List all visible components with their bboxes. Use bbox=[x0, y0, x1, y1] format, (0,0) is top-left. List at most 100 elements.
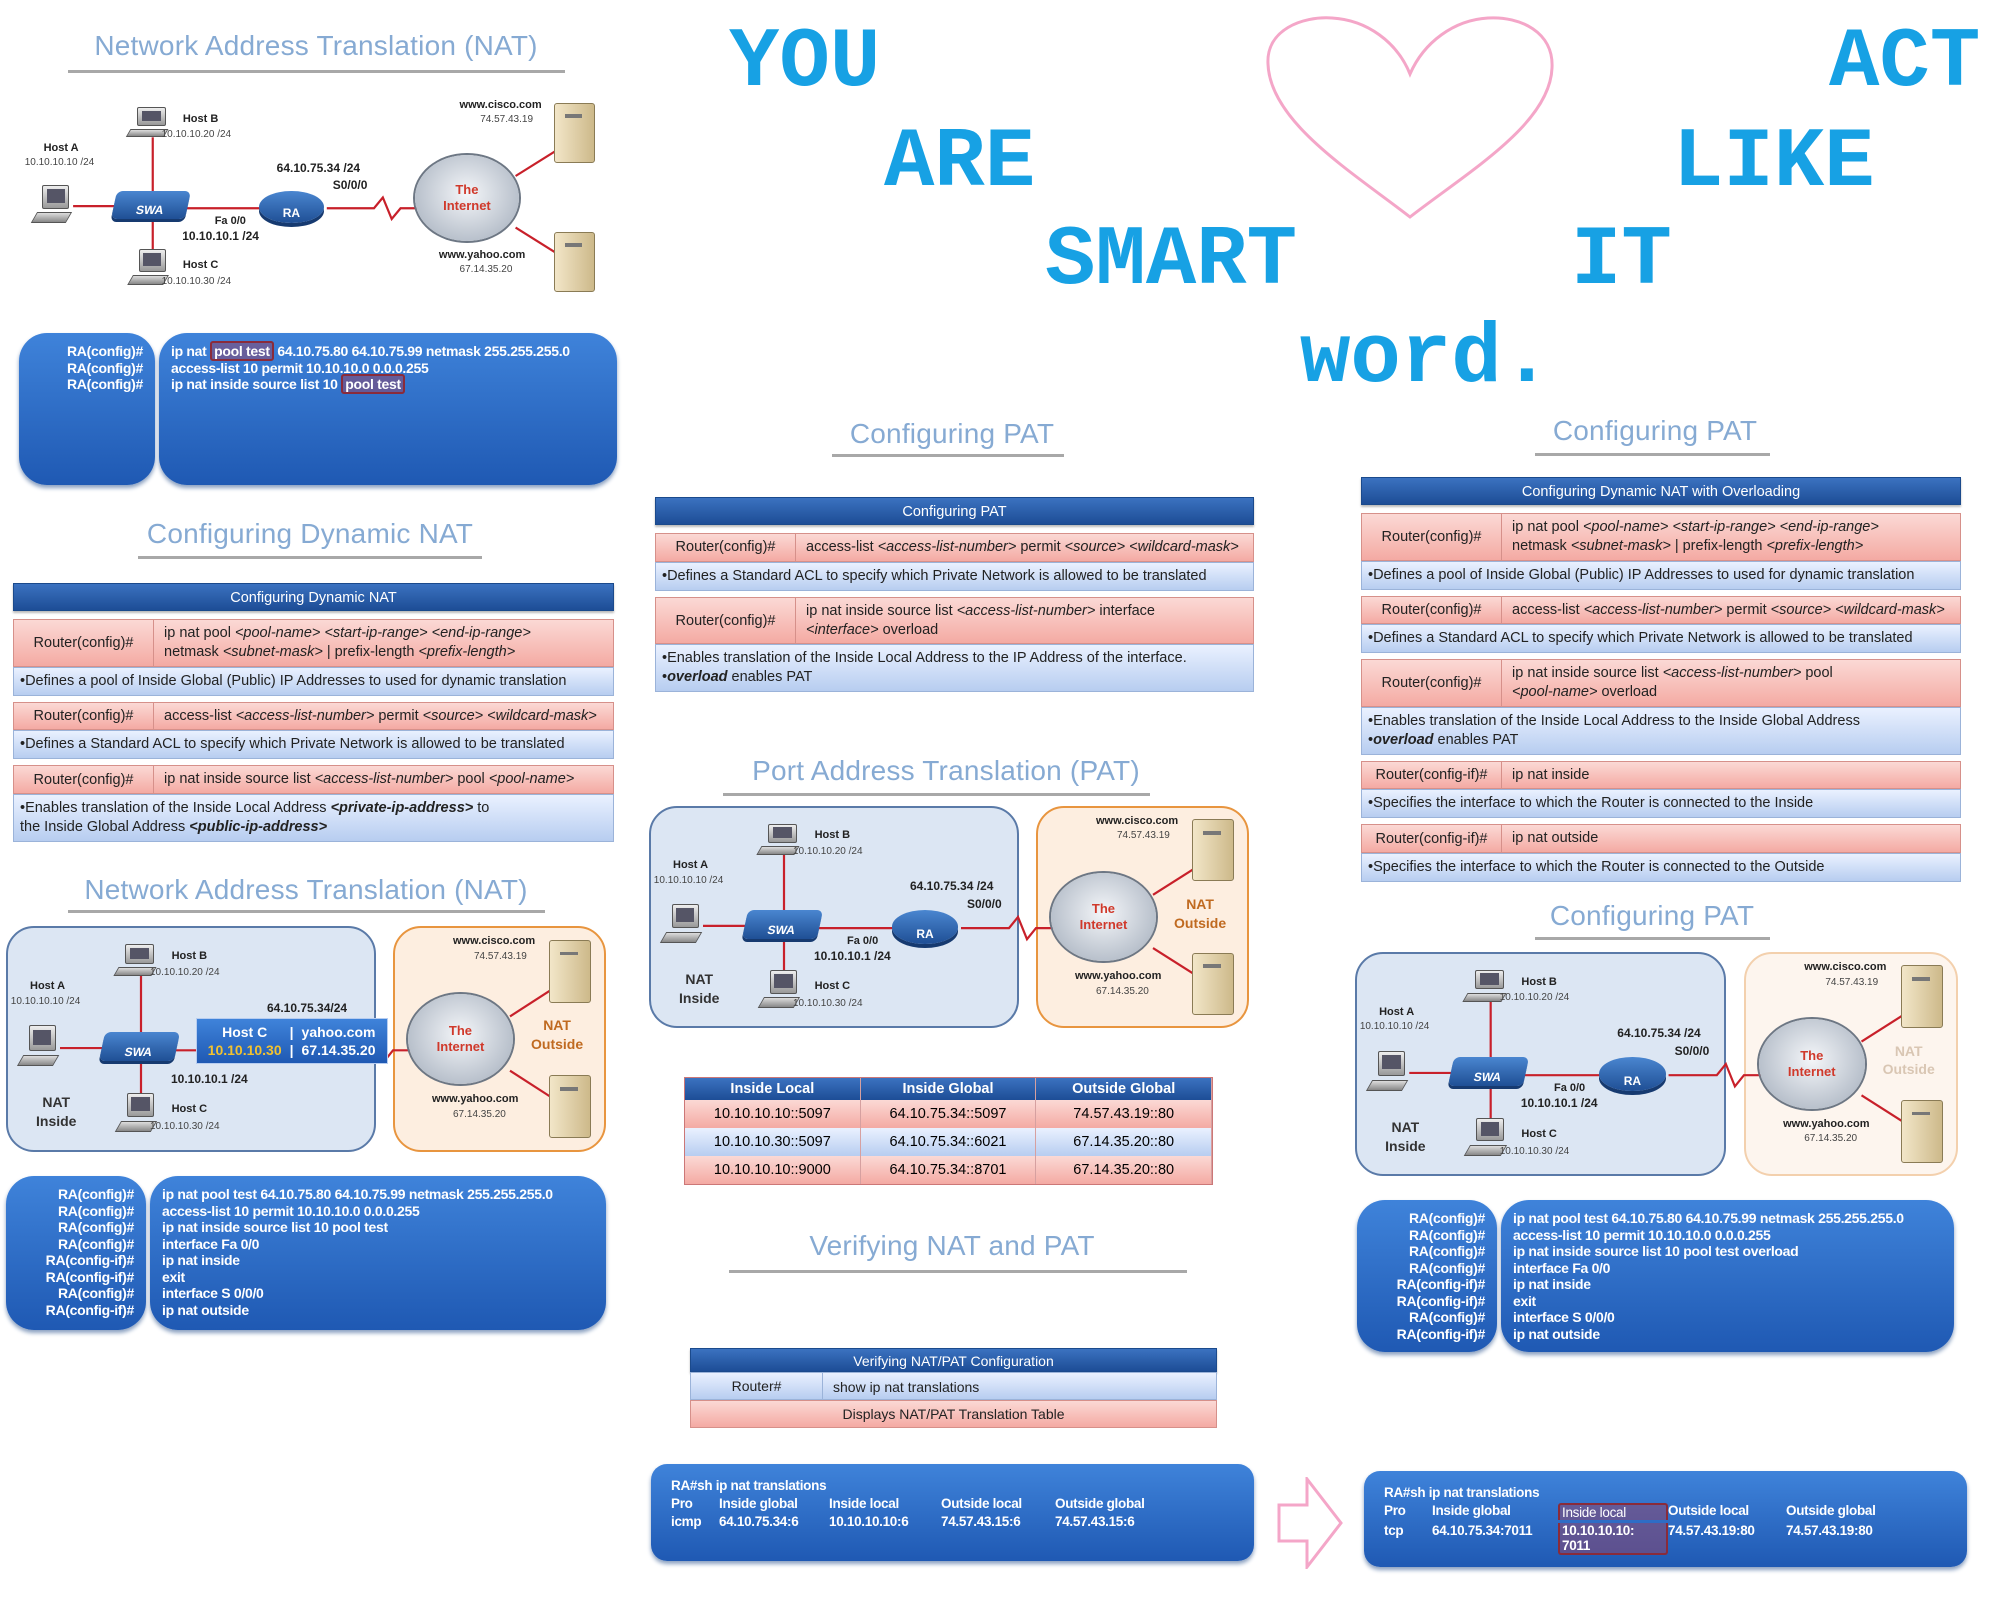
serial-link bbox=[327, 198, 421, 220]
text-segment: permit bbox=[374, 707, 423, 724]
text-segment: •Defines a Standard ACL to specify which… bbox=[662, 567, 1207, 584]
show-column-header: Inside global bbox=[1432, 1503, 1511, 1518]
internet-cloud-icon: The Internet bbox=[1051, 872, 1156, 962]
text-segment: netmask bbox=[164, 643, 223, 660]
show-cell: tcp bbox=[1384, 1523, 1404, 1538]
cloud-label-line: Internet bbox=[436, 1038, 485, 1054]
show-column-header: Pro bbox=[671, 1496, 693, 1511]
internet-cloud-icon: The Internet bbox=[415, 154, 519, 241]
keyboard-shape bbox=[30, 212, 73, 224]
config-line: access-list 10 permit 10.10.10.0 0.0.0.2… bbox=[1513, 1227, 1942, 1244]
description-row: •Enables translation of the Inside Local… bbox=[1361, 706, 1961, 755]
table-cell: 64.10.75.34::8701 bbox=[861, 1156, 1037, 1184]
text-segment: interface bbox=[1095, 602, 1155, 619]
cloud-label-line: The bbox=[1800, 1048, 1824, 1064]
command-row: Router(config-if)# ip nat inside bbox=[1361, 760, 1961, 790]
config-prompt: RA(config-if)# bbox=[45, 1268, 135, 1285]
wan-ip-label: 64.10.75.34 /24 bbox=[910, 879, 994, 894]
command-row: Router(config)# access-list <access-list-… bbox=[1361, 595, 1961, 625]
config-prompt: RA(config)# bbox=[57, 1202, 134, 1219]
show-output-box: RA#sh ip nat translations Pro Inside globa… bbox=[1364, 1471, 1967, 1567]
keyboard-shape bbox=[659, 932, 703, 944]
cloud-label-line: The bbox=[448, 1023, 473, 1039]
prompt-column: RA(config)# RA(config)# RA(config)# RA(conf… bbox=[1357, 1200, 1497, 1352]
internet-cloud-icon: The Internet bbox=[408, 993, 513, 1085]
internet-cloud-icon: The Internet bbox=[1759, 1019, 1865, 1109]
serial-link bbox=[1669, 1064, 1765, 1086]
config-prompt: RA(config-if)# bbox=[45, 1252, 135, 1268]
text-segment: <access-list-number> bbox=[956, 602, 1096, 619]
show-cell: 64.10.75.34:7011 bbox=[1432, 1523, 1533, 1538]
command-row: Router(config)# ip nat inside source list… bbox=[655, 596, 1254, 645]
text-segment: •Specifies the interface to which the Ro… bbox=[1368, 795, 1814, 812]
config-line: ip nat inside bbox=[162, 1252, 594, 1269]
cloud-label-line: The bbox=[1091, 901, 1116, 917]
cloud-label-line: The bbox=[455, 181, 479, 197]
text-segment: •Defines a Standard ACL to specify which… bbox=[1368, 630, 1913, 647]
config-prompt: RA(config)# bbox=[66, 343, 143, 359]
text-segment: <prefix-length> bbox=[1766, 537, 1864, 554]
text-segment: •Specifies the interface to which the Ro… bbox=[1368, 859, 1825, 876]
monitor-shape bbox=[138, 249, 166, 272]
text-segment: overload bbox=[667, 669, 728, 686]
text-segment: <access-list-number> bbox=[235, 707, 375, 724]
text-segment: ip nat inside source list 10 pool test bbox=[162, 1219, 388, 1235]
text-segment: ip nat pool bbox=[1512, 519, 1583, 535]
nat-outside-label: NAT Outside bbox=[1883, 1042, 1935, 1080]
text-segment: <pool-name> bbox=[1582, 519, 1669, 535]
text-segment: <pool-name> bbox=[1512, 684, 1598, 701]
server-name: www.yahoo.com bbox=[1075, 970, 1162, 983]
config-prompt: RA(config)# bbox=[1408, 1243, 1485, 1259]
host-a-name: Host A bbox=[1379, 1005, 1415, 1018]
command-column: ip nat pool test 64.10.75.80 64.10.75.99… bbox=[150, 1176, 606, 1330]
text-segment: overload bbox=[1597, 684, 1658, 701]
monitor-shape bbox=[42, 184, 69, 209]
slide-title: Network Address Translation (NAT) bbox=[84, 874, 528, 905]
text-segment: ip nat inside bbox=[1513, 1276, 1591, 1292]
nat-outside-label: NAT Outside bbox=[531, 1016, 583, 1054]
show-table: Pro Inside global Inside local Outside loca… bbox=[1384, 1503, 1947, 1555]
text-segment: access-list bbox=[806, 539, 878, 555]
config-prompt: RA(config-if)# bbox=[1396, 1292, 1486, 1309]
text-segment: access-list bbox=[164, 707, 236, 724]
serial-link bbox=[961, 917, 1057, 939]
server-icon bbox=[1900, 1099, 1943, 1163]
config-line: interface Fa 0/0 bbox=[162, 1236, 594, 1253]
command-table: Configuring Dynamic NAT with Overloading… bbox=[1361, 477, 1961, 888]
server-name: www.cisco.com bbox=[1804, 960, 1887, 973]
table-header: Verifying NAT/PAT Configuration bbox=[690, 1348, 1217, 1372]
network-diagram: Host B 10.10.10.20 /24 Host A 10.10.10.10 /… bbox=[649, 806, 1249, 1028]
prompt-column: RA(config)# RA(config)# RA(config)# bbox=[19, 333, 155, 485]
command-row: Router(config)# ip nat inside source list… bbox=[13, 765, 614, 795]
text-segment: <pool-name> bbox=[234, 625, 321, 641]
server-icon bbox=[553, 231, 596, 293]
computer-icon bbox=[1365, 1050, 1414, 1091]
overlay-word: SMART bbox=[1045, 214, 1298, 309]
interface-label: Fa 0/0 bbox=[214, 214, 246, 227]
label-line: NAT bbox=[685, 971, 714, 988]
table-cell: 64.10.75.34::6021 bbox=[861, 1128, 1037, 1156]
title-underline bbox=[1535, 453, 1770, 456]
host-b-ip: 10.10.10.20 /24 bbox=[1499, 992, 1570, 1004]
server-icon bbox=[549, 939, 591, 1003]
text-segment: <subnet-mask> bbox=[1570, 537, 1671, 554]
text-segment: access-list 10 permit 10.10.10.0 0.0.0.2… bbox=[162, 1202, 420, 1219]
text-segment: ip nat pool bbox=[164, 625, 235, 641]
wan-ip-label: 64.10.75.34/24 bbox=[267, 1000, 348, 1015]
host-b-ip: 10.10.10.20 /24 bbox=[793, 845, 863, 857]
monitor-shape bbox=[126, 1093, 155, 1118]
command-row: Router(config)# ip nat pool <pool-name> <… bbox=[13, 619, 614, 667]
text-segment: <public-ip-address> bbox=[189, 818, 328, 835]
text-segment: •Defines a pool of Inside Global (Public… bbox=[1368, 566, 1915, 583]
show-cell: 74.57.43.19:80 bbox=[1786, 1523, 1873, 1538]
nat-inside-label: NAT Inside bbox=[36, 1093, 76, 1131]
config-commands-box: RA(config)# RA(config)# RA(config)# RA(conf… bbox=[1357, 1200, 1954, 1352]
slide-title: Configuring PAT bbox=[849, 418, 1055, 449]
text-segment: <wildcard-mask> bbox=[1835, 601, 1945, 618]
popup-separator: | bbox=[289, 1041, 294, 1058]
server-icon bbox=[1900, 965, 1943, 1029]
command-row: Router(config)# access-list <access-list-… bbox=[13, 701, 614, 731]
show-column-header: Outside global bbox=[1786, 1503, 1876, 1518]
text-segment: <access-list-number> bbox=[877, 539, 1017, 555]
show-column-header: Outside local bbox=[1668, 1503, 1749, 1518]
